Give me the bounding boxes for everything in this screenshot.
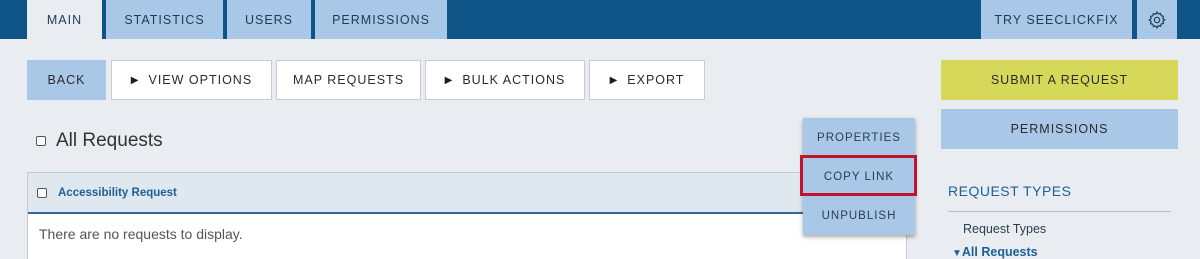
menu-item-properties[interactable]: PROPERTIES	[803, 118, 915, 157]
tab-main[interactable]: MAIN	[27, 0, 102, 39]
view-options-label: VIEW OPTIONS	[148, 73, 253, 87]
page-heading: All Requests	[36, 130, 163, 152]
tab-users[interactable]: USERS	[227, 0, 311, 39]
top-nav-bar: MAIN STATISTICS USERS PERMISSIONS TRY SE…	[0, 0, 1200, 39]
table-header-label[interactable]: Accessibility Request	[58, 187, 177, 199]
row-group-checkbox[interactable]	[37, 187, 47, 198]
select-all-checkbox[interactable]	[36, 136, 46, 146]
sidebar-link-all-requests[interactable]: ▼All Requests	[952, 245, 1038, 259]
tab-permissions[interactable]: PERMISSIONS	[315, 0, 447, 39]
export-button[interactable]: ▶ EXPORT	[589, 60, 705, 100]
page-title: All Requests	[56, 130, 163, 151]
view-options-button[interactable]: ▶ VIEW OPTIONS	[111, 60, 272, 100]
bulk-actions-label: BULK ACTIONS	[462, 73, 566, 87]
context-menu: PROPERTIES COPY LINK UNPUBLISH	[803, 118, 915, 235]
map-requests-button[interactable]: MAP REQUESTS	[276, 60, 421, 100]
sidebar-link-request-types[interactable]: Request Types	[963, 222, 1046, 236]
bulk-actions-button[interactable]: ▶ BULK ACTIONS	[425, 60, 585, 100]
requests-table: Accessibility Request There are no reque…	[27, 172, 907, 259]
divider	[948, 211, 1171, 212]
sidebar-link-label: All Requests	[961, 245, 1038, 259]
gear-icon	[1148, 10, 1166, 29]
export-label: EXPORT	[627, 73, 685, 87]
try-seeclickfix-button[interactable]: TRY SEECLICKFIX	[981, 0, 1132, 39]
caret-right-icon: ▶	[444, 74, 454, 86]
tab-statistics[interactable]: STATISTICS	[106, 0, 223, 39]
caret-down-icon: ▼	[952, 248, 962, 259]
settings-button[interactable]	[1137, 0, 1177, 39]
menu-item-unpublish[interactable]: UNPUBLISH	[803, 196, 915, 235]
section-title: REQUEST TYPES	[948, 183, 1072, 199]
empty-message: There are no requests to display.	[39, 226, 243, 242]
back-button[interactable]: BACK	[27, 60, 106, 100]
submit-request-button[interactable]: SUBMIT A REQUEST	[941, 60, 1178, 100]
menu-item-copy-link[interactable]: COPY LINK	[803, 157, 915, 196]
caret-right-icon: ▶	[609, 74, 619, 86]
table-header: Accessibility Request	[28, 173, 906, 214]
permissions-button[interactable]: PERMISSIONS	[941, 109, 1178, 149]
caret-right-icon: ▶	[130, 74, 140, 86]
